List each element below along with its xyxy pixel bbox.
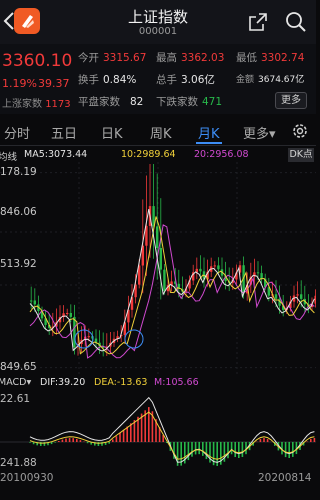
tab-five-day[interactable]: 五日 bbox=[51, 123, 77, 142]
y-axis-mid: 513.92 bbox=[0, 258, 37, 270]
y-axis-bottom: 849.65 bbox=[0, 361, 37, 373]
candle-body bbox=[260, 273, 263, 279]
volume-stat: 总手 3.06亿 bbox=[156, 72, 215, 87]
y-axis-upper: 846.06 bbox=[0, 206, 37, 218]
gear-icon[interactable] bbox=[291, 122, 309, 140]
high-label: 最高 bbox=[156, 52, 177, 64]
volume-value: 3.06亿 bbox=[181, 74, 215, 86]
change-value: 39.37 bbox=[38, 77, 70, 90]
bottom-spacer bbox=[0, 488, 316, 500]
start-date: 20100930 bbox=[0, 472, 54, 484]
high-value: 3362.03 bbox=[181, 52, 225, 64]
page-title: 上证指数 bbox=[127, 8, 188, 26]
candle-body bbox=[296, 294, 299, 296]
candle-body bbox=[217, 265, 220, 270]
up-count: 上涨家数 1173 bbox=[2, 95, 71, 110]
candle-body bbox=[300, 294, 303, 299]
candle-body bbox=[69, 313, 72, 317]
ma-legend: 均线 MA5:3073.44 10:2989.64 20:2956.08 bbox=[0, 148, 316, 163]
down-label: 下跌家数 bbox=[156, 96, 198, 108]
candle-body bbox=[256, 272, 260, 274]
low-label: 最低 bbox=[236, 52, 257, 64]
candle-body bbox=[87, 336, 90, 338]
dif-line bbox=[29, 396, 315, 463]
up-count-label: 上涨家数 bbox=[2, 99, 42, 110]
volume-label: 总手 bbox=[156, 74, 177, 86]
candle-body bbox=[274, 294, 278, 299]
share-icon[interactable] bbox=[248, 12, 268, 32]
candle-body bbox=[66, 313, 69, 315]
current-price: 3360.10 bbox=[2, 51, 73, 71]
stock-code: 000001 bbox=[138, 26, 178, 37]
flat-value: 82 bbox=[130, 96, 144, 108]
turnover-value: 0.84% bbox=[103, 74, 137, 86]
candle-body bbox=[159, 248, 162, 270]
candle-body bbox=[73, 316, 76, 348]
ma5-value: MA5:3073.44 bbox=[24, 149, 88, 160]
down-value: 471 bbox=[202, 96, 223, 108]
candle-body bbox=[30, 300, 33, 302]
kline-chart[interactable] bbox=[0, 162, 316, 374]
search-icon[interactable] bbox=[285, 11, 307, 33]
tab-weekly-k[interactable]: 周K bbox=[150, 123, 172, 142]
candle-body bbox=[213, 265, 216, 267]
tab-daily-k[interactable]: 日K bbox=[101, 123, 123, 142]
candle-body bbox=[33, 300, 36, 305]
end-date: 20200814 bbox=[258, 472, 312, 484]
macd-axis-bottom: 241.88 bbox=[0, 457, 37, 469]
amount-value: 3674.67亿 bbox=[258, 75, 305, 85]
change-percent: 1.19% bbox=[2, 77, 37, 90]
candle-body bbox=[156, 226, 159, 248]
dea-value: DEA:-13.63 bbox=[94, 377, 148, 388]
period-tabs: 分时 五日 日K 周K 月K 更多▾ bbox=[0, 118, 316, 146]
dk-point-button[interactable]: DK点 bbox=[288, 148, 314, 162]
down-stat: 下跌家数 471 bbox=[156, 94, 222, 109]
open-stat: 今开 3315.67 bbox=[78, 50, 146, 65]
open-value: 3315.67 bbox=[103, 52, 147, 64]
dk-marker-icon bbox=[124, 329, 144, 349]
candle-body bbox=[199, 268, 202, 272]
turnover-label: 换手 bbox=[78, 74, 99, 86]
dif-value: DIF:39.20 bbox=[40, 377, 86, 388]
y-axis-top: 178.19 bbox=[0, 166, 37, 178]
high-stat: 最高 3362.03 bbox=[156, 50, 224, 65]
flat-label: 平盘家数 bbox=[78, 96, 120, 108]
kline-grid bbox=[0, 162, 316, 374]
low-value: 3302.74 bbox=[261, 52, 305, 64]
candle-body bbox=[163, 269, 166, 292]
kline-candles bbox=[30, 164, 316, 357]
turnover-stat: 换手 0.84% bbox=[78, 72, 136, 87]
app-header: 上证指数 000001 bbox=[0, 0, 316, 44]
macd-selector[interactable]: MACD▾ bbox=[0, 377, 31, 388]
low-stat: 最低 3302.74 bbox=[236, 50, 304, 65]
active-tab-indicator bbox=[196, 142, 222, 144]
more-stats-button[interactable]: 更多 bbox=[275, 92, 307, 109]
macd-chart[interactable] bbox=[0, 390, 316, 472]
dea-line bbox=[29, 411, 315, 460]
macd-legend: MACD▾ DIF:39.20 DEA:-13.63 M:105.66 bbox=[0, 376, 316, 390]
tab-monthly-k[interactable]: 月K bbox=[198, 123, 220, 142]
macd-axis-top: 22.61 bbox=[0, 393, 31, 405]
ma20-value: 20:2956.08 bbox=[194, 149, 249, 160]
candle-body bbox=[314, 295, 316, 304]
amount-stat: 金额 3674.67亿 bbox=[236, 72, 304, 85]
tab-intraday[interactable]: 分时 bbox=[4, 123, 30, 142]
flat-stat: 平盘家数 82 bbox=[78, 94, 143, 109]
macd-m-value: M:105.66 bbox=[154, 377, 199, 388]
ma10-value: 10:2989.64 bbox=[121, 149, 176, 160]
up-count-value: 1173 bbox=[45, 99, 71, 110]
open-label: 今开 bbox=[78, 52, 99, 64]
ma-legend-label: 均线 bbox=[0, 152, 18, 163]
tab-more[interactable]: 更多▾ bbox=[243, 123, 276, 142]
amount-label: 金额 bbox=[236, 75, 255, 85]
quote-panel: 3360.10 1.19% 39.37 上涨家数 1173 今开 3315.67 … bbox=[0, 44, 316, 114]
